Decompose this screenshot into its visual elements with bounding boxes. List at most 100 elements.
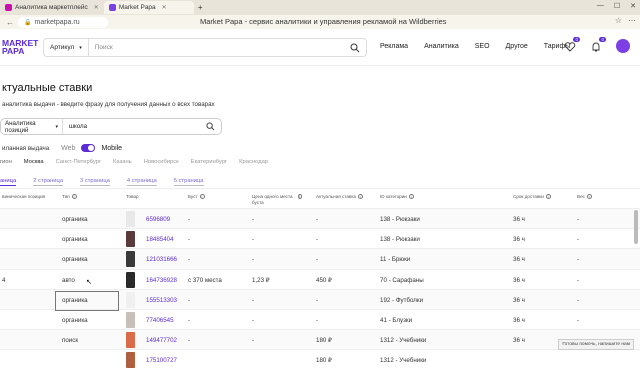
back-icon[interactable]: ← bbox=[6, 18, 14, 27]
region-ekaterinburg[interactable]: Екатеринбург bbox=[191, 158, 227, 166]
bid-cell: - bbox=[316, 297, 318, 304]
product-id-link[interactable]: 77406545 bbox=[146, 317, 174, 324]
info-icon[interactable]: i bbox=[72, 194, 77, 199]
close-tab-icon[interactable]: ✕ bbox=[162, 4, 167, 11]
product-id-link[interactable]: 164736928 bbox=[146, 277, 177, 284]
mobile-option[interactable]: Mobile bbox=[101, 145, 122, 152]
browser-tab-1[interactable]: Аналитика маркетплейс ✕ bbox=[0, 1, 104, 14]
info-icon[interactable]: i bbox=[358, 194, 363, 199]
page-tab-3[interactable]: 3 страница bbox=[80, 178, 110, 186]
nav-analytics[interactable]: Аналитика bbox=[424, 43, 459, 50]
region-novosibirsk[interactable]: Новосибирск bbox=[144, 158, 179, 166]
delivery-cell: 36 ч bbox=[513, 256, 525, 263]
bid-cell: - bbox=[316, 216, 318, 223]
table-row[interactable]: органика18485404---138 - Рюкзаки36 ч- bbox=[0, 228, 640, 248]
nav-other[interactable]: Другое bbox=[506, 43, 528, 50]
page-tab-5[interactable]: 5 страница bbox=[174, 178, 204, 186]
product-thumbnail[interactable] bbox=[126, 272, 135, 288]
info-icon[interactable]: i bbox=[298, 194, 302, 199]
device-toggle[interactable] bbox=[81, 144, 95, 152]
table-row[interactable]: органика6596809---138 - Рюкзаки36 ч- bbox=[0, 208, 640, 228]
search-input[interactable]: Поиск bbox=[89, 44, 350, 51]
bookmark-icon[interactable]: ☆ bbox=[615, 16, 622, 25]
product-thumbnail[interactable] bbox=[126, 312, 135, 328]
col-boost[interactable]: Бустi bbox=[188, 194, 205, 200]
maximize-icon[interactable]: ☐ bbox=[614, 2, 620, 10]
query-input[interactable]: школа bbox=[63, 123, 206, 130]
product-id-link[interactable]: 149477702 bbox=[146, 337, 177, 344]
table-scrollbar[interactable] bbox=[634, 210, 638, 244]
search-icon[interactable] bbox=[350, 43, 360, 53]
table-row[interactable]: органика77406545---41 - Блузки36 ч- bbox=[0, 309, 640, 329]
boost-cell: - bbox=[188, 236, 190, 243]
page-title-bar: Market Papa - сервис аналитики и управле… bbox=[200, 17, 447, 26]
col-category[interactable]: ID категорииi bbox=[380, 194, 414, 200]
product-thumbnail[interactable] bbox=[126, 251, 135, 267]
avatar[interactable] bbox=[616, 39, 630, 53]
type-cell: органика bbox=[62, 216, 88, 223]
logo[interactable]: MARKET PAPA bbox=[2, 39, 38, 55]
table-row[interactable]: поиск149477702--180 ₽1312 - Учебники36 ч… bbox=[0, 329, 640, 349]
notifications-button[interactable]: 0 bbox=[590, 40, 602, 52]
device-switch: иланная выдача Web Mobile bbox=[2, 144, 122, 152]
close-window-icon[interactable]: ✕ bbox=[630, 2, 636, 10]
category-cell: 138 - Рюкзаки bbox=[380, 216, 420, 223]
product-thumbnail[interactable] bbox=[126, 352, 135, 368]
page-tab-4[interactable]: 4 страница bbox=[127, 178, 157, 186]
page-tab-2[interactable]: 2 страница bbox=[33, 178, 63, 186]
page-tab-1[interactable]: аница bbox=[0, 178, 16, 186]
nav-seo[interactable]: SEO bbox=[475, 43, 490, 50]
search-icon[interactable] bbox=[206, 122, 215, 131]
product-id-link[interactable]: 155513303 bbox=[146, 297, 177, 304]
col-delivery[interactable]: Срок доставкиi bbox=[513, 194, 551, 200]
delivery-cell: 36 ч bbox=[513, 317, 525, 324]
boost-cell: - bbox=[188, 256, 190, 263]
col-label: Буст bbox=[188, 194, 198, 200]
notifications-badge: 0 bbox=[599, 37, 606, 42]
product-id-link[interactable]: 121031666 bbox=[146, 256, 177, 263]
col-weight[interactable]: Весi bbox=[577, 194, 592, 200]
url-text: marketpapa.ru bbox=[34, 19, 79, 26]
price-cell: 1,23 ₽ bbox=[252, 277, 270, 284]
mode-select[interactable]: Аналитика позиций ▾ bbox=[1, 119, 63, 134]
product-id-link[interactable]: 18485404 bbox=[146, 236, 174, 243]
tab-label: Market Papa bbox=[119, 4, 156, 11]
col-label: Тип bbox=[62, 194, 70, 200]
col-position[interactable]: виническая позиция bbox=[2, 194, 57, 200]
close-tab-icon[interactable]: ✕ bbox=[94, 4, 99, 11]
col-product[interactable]: Товар bbox=[126, 194, 139, 200]
product-id-link[interactable]: 6596809 bbox=[146, 216, 170, 223]
mode-select-label: Аналитика позиций bbox=[5, 120, 51, 134]
table-row[interactable]: 175100727180 ₽1312 - Учебники bbox=[0, 349, 640, 369]
table-row[interactable]: 4авто164736928с 370 места1,23 ₽450 ₽70 -… bbox=[0, 269, 640, 289]
product-thumbnail[interactable] bbox=[126, 332, 135, 348]
info-icon[interactable]: i bbox=[587, 194, 592, 199]
favorites-button[interactable]: 0 bbox=[564, 40, 576, 52]
global-search: Артикул ▾ Поиск bbox=[43, 38, 367, 57]
table-row[interactable]: органика121031666---11 - Брюки36 ч- bbox=[0, 248, 640, 268]
help-chat-widget[interactable]: Готовы помочь, напишите нам bbox=[558, 339, 634, 350]
search-type-select[interactable]: Артикул ▾ bbox=[44, 39, 89, 56]
url-field[interactable]: 🔒 marketpapa.ru bbox=[18, 17, 108, 28]
nav-ads[interactable]: Реклама bbox=[380, 43, 408, 50]
product-id-link[interactable]: 175100727 bbox=[146, 357, 177, 364]
col-type[interactable]: Типi bbox=[62, 194, 77, 200]
region-spb[interactable]: Санкт-Петербург bbox=[56, 158, 101, 166]
product-thumbnail[interactable] bbox=[126, 211, 135, 227]
new-tab-icon[interactable]: + bbox=[198, 3, 203, 12]
menu-icon[interactable]: ⋯ bbox=[628, 16, 636, 25]
region-moscow[interactable]: Москва bbox=[24, 158, 44, 166]
tab-label: Аналитика маркетплейс bbox=[15, 4, 88, 11]
browser-tab-2[interactable]: Market Papa ✕ bbox=[104, 1, 194, 14]
col-bid[interactable]: Актуальная ставкаi bbox=[316, 194, 363, 200]
info-icon[interactable]: i bbox=[546, 194, 551, 199]
product-thumbnail[interactable] bbox=[126, 292, 135, 308]
col-price[interactable]: Цена одного места бустаi bbox=[252, 194, 302, 205]
info-icon[interactable]: i bbox=[409, 194, 414, 199]
minimize-icon[interactable]: — bbox=[597, 2, 604, 10]
web-option[interactable]: Web bbox=[61, 145, 75, 152]
info-icon[interactable]: i bbox=[200, 194, 205, 199]
product-thumbnail[interactable] bbox=[126, 231, 135, 247]
region-krasnodar[interactable]: Краснодар bbox=[239, 158, 268, 166]
region-kazan[interactable]: Казань bbox=[113, 158, 132, 166]
